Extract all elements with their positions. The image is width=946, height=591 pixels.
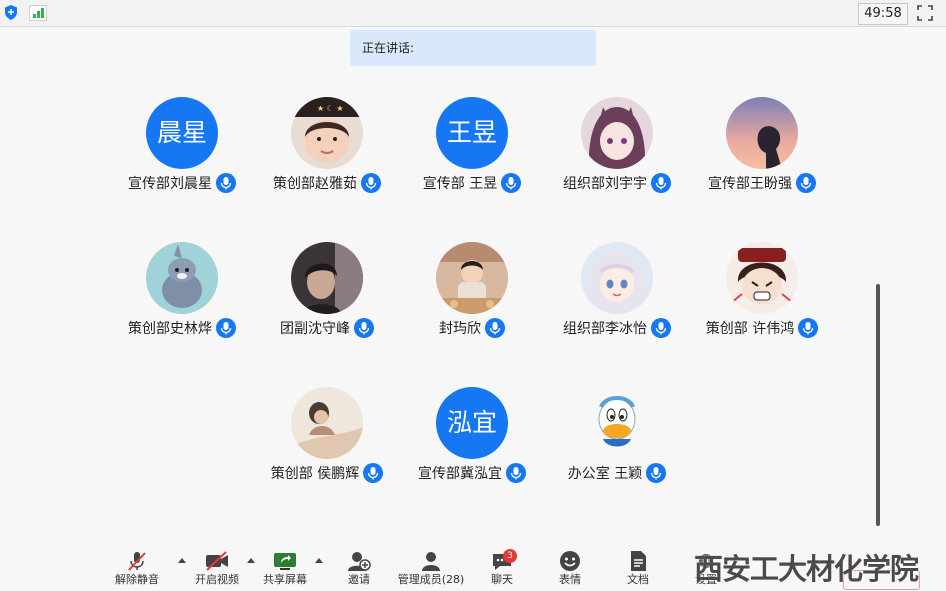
mic-icon — [651, 318, 671, 338]
mic-icon — [646, 463, 667, 483]
unmute-label: 解除静音 — [115, 573, 159, 586]
meeting-timer: 49:58 — [858, 3, 908, 25]
avatar — [726, 242, 798, 314]
shield-icon[interactable] — [4, 5, 18, 20]
invite-icon — [348, 551, 371, 571]
avatar — [726, 97, 798, 169]
avatar: 王昱 — [436, 97, 508, 169]
start-video-button[interactable]: 开启视频 — [192, 548, 242, 591]
participant-name: 办公室 王颖 — [567, 466, 643, 482]
participant-name: 组织部李冰怡 — [563, 321, 647, 337]
participant-tile[interactable]: 策创部史林烨 — [112, 242, 252, 352]
video-off-icon — [206, 550, 228, 571]
mic-icon — [485, 318, 505, 338]
manage-members-label: 管理成员(28) — [397, 573, 465, 586]
share-screen-label: 共享屏幕 — [263, 573, 307, 586]
unmute-button[interactable]: 解除静音 — [112, 548, 162, 591]
participant-name: 组织部刘宇宇 — [563, 176, 647, 192]
participant-tile[interactable]: 办公室 王颖 — [547, 387, 687, 497]
mic-icon — [354, 318, 374, 338]
avatar — [581, 97, 653, 169]
avatar — [291, 387, 363, 459]
caret-up-icon[interactable] — [247, 558, 255, 563]
participant-tile[interactable]: 策创部 侯鹏辉 — [257, 387, 397, 497]
fullscreen-icon[interactable] — [917, 5, 933, 21]
mic-icon — [796, 173, 816, 193]
mic-icon — [363, 463, 384, 483]
avatar — [581, 387, 653, 459]
avatar: ★ ☾ ★ — [291, 97, 363, 169]
caret-up-icon[interactable] — [315, 558, 323, 563]
avatar — [581, 242, 653, 314]
participant-tile[interactable]: 晨星 宣传部刘晨星 — [112, 97, 252, 207]
participant-tile[interactable]: 团副沈守峰 — [257, 242, 397, 352]
participant-name: 策创部 许伟鸿 — [705, 321, 795, 337]
share-screen-button[interactable]: 共享屏幕 — [260, 548, 310, 591]
avatar — [436, 242, 508, 314]
document-icon — [631, 550, 646, 571]
chat-button[interactable]: 聊天 — [480, 548, 524, 591]
manage-members-button[interactable]: 管理成员(28) — [396, 548, 466, 591]
members-icon — [422, 551, 440, 571]
participant-name: 宣传部 王昱 — [422, 176, 498, 192]
top-bar: 49:58 — [0, 0, 946, 27]
participant-tile[interactable]: 泓宜 宣传部冀泓宜 — [402, 387, 542, 497]
reactions-label: 表情 — [559, 573, 581, 586]
participant-tile[interactable]: 组织部李冰怡 — [547, 242, 687, 352]
participant-name: 宣传部冀泓宜 — [418, 466, 502, 482]
participant-name: 宣传部王盼强 — [708, 176, 792, 192]
participant-tile[interactable]: 宣传部王盼强 — [692, 97, 832, 207]
chat-label: 聊天 — [491, 573, 513, 586]
mic-icon — [798, 318, 819, 338]
participant-tile[interactable]: 封玙欣 — [402, 242, 542, 352]
invite-button[interactable]: 邀请 — [336, 548, 382, 591]
caret-up-icon[interactable] — [178, 558, 186, 563]
participant-name: 团副沈守峰 — [280, 321, 350, 337]
avatar — [146, 242, 218, 314]
participant-tile[interactable]: 组织部刘宇宇 — [547, 97, 687, 207]
invite-label: 邀请 — [348, 573, 370, 586]
emoji-icon — [560, 550, 580, 571]
participant-tile[interactable]: 王昱 宣传部 王昱 — [402, 97, 542, 207]
participant-name: 策创部赵雅茹 — [273, 176, 357, 192]
mic-icon — [501, 173, 522, 193]
participant-name: 策创部史林烨 — [128, 321, 212, 337]
participant-name: 封玙欣 — [439, 321, 481, 337]
reactions-button[interactable]: 表情 — [548, 548, 592, 591]
mic-icon — [361, 173, 381, 193]
mic-icon — [216, 318, 236, 338]
mic-icon — [506, 463, 526, 483]
gallery-scrollbar[interactable] — [876, 284, 880, 526]
signal-icon[interactable] — [29, 5, 47, 21]
docs-button[interactable]: 文档 — [616, 548, 660, 591]
participant-name: 宣传部刘晨星 — [128, 176, 212, 192]
avatar: 泓宜 — [436, 387, 508, 459]
participant-tile[interactable]: ★ ☾ ★ 策创部赵雅茹 — [257, 97, 397, 207]
svg-text:★ ☾ ★: ★ ☾ ★ — [317, 104, 344, 113]
start-video-label: 开启视频 — [195, 573, 239, 586]
share-screen-icon — [274, 552, 296, 570]
chat-unread-badge: 3 — [503, 549, 517, 563]
speaking-indicator: 正在讲话: — [350, 30, 596, 66]
mic-muted-icon — [128, 551, 146, 571]
participant-name: 策创部 侯鹏辉 — [270, 466, 360, 482]
avatar: 晨星 — [146, 97, 218, 169]
watermark: 西安工大材化学院 — [694, 552, 919, 586]
mic-icon — [216, 173, 236, 193]
docs-label: 文档 — [627, 573, 649, 586]
avatar — [291, 242, 363, 314]
participant-tile[interactable]: 策创部 许伟鸿 — [692, 242, 832, 352]
mic-icon — [651, 173, 671, 193]
